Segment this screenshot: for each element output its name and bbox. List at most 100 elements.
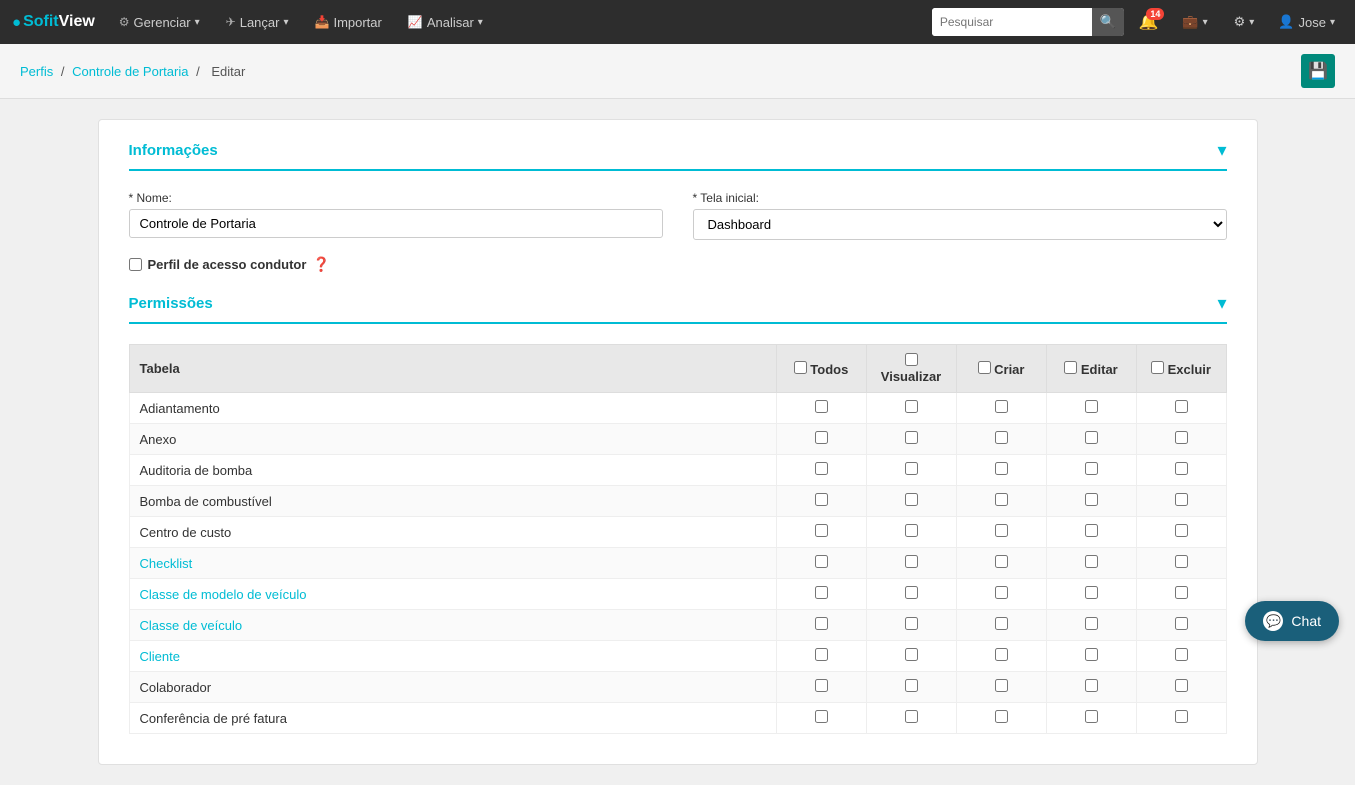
check-excluir-10[interactable] xyxy=(1175,710,1188,723)
gear-icon: ⚙ xyxy=(119,15,130,29)
check-visualizar-2[interactable] xyxy=(905,462,918,475)
check-todos-4[interactable] xyxy=(815,524,828,537)
check-todos-8[interactable] xyxy=(815,648,828,661)
check-criar-8[interactable] xyxy=(995,648,1008,661)
nav-analisar[interactable]: 📈 Analisar ▾ xyxy=(398,9,493,36)
check-editar-6[interactable] xyxy=(1085,586,1098,599)
row-todos-6 xyxy=(776,579,866,610)
check-criar-10[interactable] xyxy=(995,710,1008,723)
perfil-acesso-checkbox[interactable] xyxy=(129,258,142,271)
check-criar-6[interactable] xyxy=(995,586,1008,599)
check-excluir-3[interactable] xyxy=(1175,493,1188,506)
help-icon[interactable]: ❓ xyxy=(312,256,329,273)
nav-gerenciar[interactable]: ⚙ Gerenciar ▾ xyxy=(109,9,210,36)
nome-input[interactable] xyxy=(129,209,663,238)
check-visualizar-9[interactable] xyxy=(905,679,918,692)
table-row: Checklist xyxy=(129,548,1226,579)
check-visualizar-4[interactable] xyxy=(905,524,918,537)
search-button[interactable]: 🔍 xyxy=(1092,8,1125,36)
check-todos-3[interactable] xyxy=(815,493,828,506)
check-editar-5[interactable] xyxy=(1085,555,1098,568)
check-all-visualizar[interactable] xyxy=(905,353,918,366)
check-all-excluir[interactable] xyxy=(1151,361,1164,374)
permissoes-chevron[interactable]: ▾ xyxy=(1217,293,1226,314)
row-todos-10 xyxy=(776,703,866,734)
notifications-button[interactable]: 🔔 14 xyxy=(1130,6,1166,38)
check-todos-6[interactable] xyxy=(815,586,828,599)
check-editar-3[interactable] xyxy=(1085,493,1098,506)
perfil-acesso-label[interactable]: Perfil de acesso condutor xyxy=(148,257,307,272)
check-criar-2[interactable] xyxy=(995,462,1008,475)
nav-briefcase[interactable]: 💼 ▾ xyxy=(1172,8,1217,36)
nav-importar[interactable]: 📥 Importar xyxy=(305,9,392,36)
chat-button[interactable]: 💬 Chat xyxy=(1245,601,1339,641)
check-excluir-8[interactable] xyxy=(1175,648,1188,661)
row-name-8[interactable]: Cliente xyxy=(129,641,776,672)
check-todos-2[interactable] xyxy=(815,462,828,475)
table-row: Classe de modelo de veículo xyxy=(129,579,1226,610)
row-excluir-8 xyxy=(1136,641,1226,672)
chevron-down-icon: ▾ xyxy=(1330,17,1335,28)
row-name-7[interactable]: Classe de veículo xyxy=(129,610,776,641)
breadcrumb-perfis[interactable]: Perfis xyxy=(20,64,53,79)
row-name-6[interactable]: Classe de modelo de veículo xyxy=(129,579,776,610)
nav-connections[interactable]: ⚙ ▾ xyxy=(1224,8,1265,36)
check-todos-1[interactable] xyxy=(815,431,828,444)
check-todos-10[interactable] xyxy=(815,710,828,723)
check-excluir-0[interactable] xyxy=(1175,400,1188,413)
check-editar-8[interactable] xyxy=(1085,648,1098,661)
check-criar-4[interactable] xyxy=(995,524,1008,537)
check-todos-7[interactable] xyxy=(815,617,828,630)
row-name-5[interactable]: Checklist xyxy=(129,548,776,579)
check-visualizar-0[interactable] xyxy=(905,400,918,413)
check-editar-0[interactable] xyxy=(1085,400,1098,413)
check-criar-0[interactable] xyxy=(995,400,1008,413)
nav-lancar[interactable]: ✈ Lançar ▾ xyxy=(216,9,299,36)
check-excluir-2[interactable] xyxy=(1175,462,1188,475)
check-visualizar-7[interactable] xyxy=(905,617,918,630)
check-excluir-7[interactable] xyxy=(1175,617,1188,630)
search-input[interactable] xyxy=(932,8,1092,36)
check-criar-1[interactable] xyxy=(995,431,1008,444)
check-visualizar-10[interactable] xyxy=(905,710,918,723)
check-excluir-5[interactable] xyxy=(1175,555,1188,568)
row-excluir-1 xyxy=(1136,424,1226,455)
check-visualizar-8[interactable] xyxy=(905,648,918,661)
breadcrumb-current: Editar xyxy=(211,64,245,79)
check-excluir-6[interactable] xyxy=(1175,586,1188,599)
row-todos-5 xyxy=(776,548,866,579)
row-visualizar-3 xyxy=(866,486,956,517)
tela-select[interactable]: Dashboard Relatório Mapa xyxy=(693,209,1227,240)
app-logo[interactable]: ● Sofit View xyxy=(12,13,95,31)
check-editar-1[interactable] xyxy=(1085,431,1098,444)
check-excluir-1[interactable] xyxy=(1175,431,1188,444)
row-visualizar-8 xyxy=(866,641,956,672)
check-todos-9[interactable] xyxy=(815,679,828,692)
save-button[interactable]: 💾 xyxy=(1301,54,1335,88)
check-excluir-4[interactable] xyxy=(1175,524,1188,537)
check-visualizar-3[interactable] xyxy=(905,493,918,506)
check-editar-10[interactable] xyxy=(1085,710,1098,723)
user-menu[interactable]: 👤 Jose ▾ xyxy=(1270,8,1343,36)
check-excluir-9[interactable] xyxy=(1175,679,1188,692)
check-criar-3[interactable] xyxy=(995,493,1008,506)
check-todos-5[interactable] xyxy=(815,555,828,568)
check-editar-4[interactable] xyxy=(1085,524,1098,537)
check-criar-7[interactable] xyxy=(995,617,1008,630)
check-editar-2[interactable] xyxy=(1085,462,1098,475)
informacoes-chevron[interactable]: ▾ xyxy=(1217,140,1226,161)
check-visualizar-5[interactable] xyxy=(905,555,918,568)
check-visualizar-6[interactable] xyxy=(905,586,918,599)
check-editar-7[interactable] xyxy=(1085,617,1098,630)
user-icon: 👤 xyxy=(1278,14,1294,30)
check-all-todos[interactable] xyxy=(794,361,807,374)
row-editar-9 xyxy=(1046,672,1136,703)
check-criar-5[interactable] xyxy=(995,555,1008,568)
check-criar-9[interactable] xyxy=(995,679,1008,692)
check-all-criar[interactable] xyxy=(978,361,991,374)
breadcrumb-controle[interactable]: Controle de Portaria xyxy=(72,64,188,79)
check-visualizar-1[interactable] xyxy=(905,431,918,444)
check-all-editar[interactable] xyxy=(1064,361,1077,374)
check-todos-0[interactable] xyxy=(815,400,828,413)
check-editar-9[interactable] xyxy=(1085,679,1098,692)
